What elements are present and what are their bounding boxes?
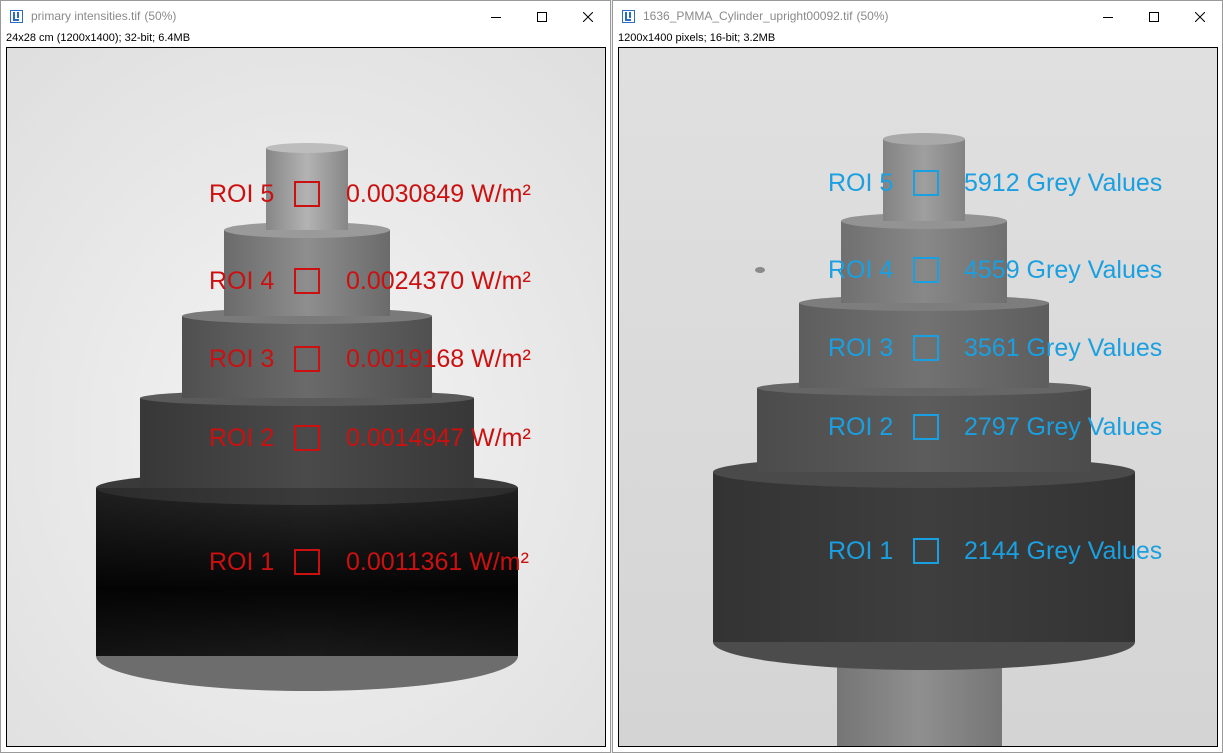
roi-box-5[interactable] bbox=[913, 170, 939, 196]
window-title: 1636_PMMA_Cylinder_upright00092.tif (50%) bbox=[643, 9, 889, 23]
image-window-primary-intensities[interactable]: primary intensities.tif (50%) 24x28 cm (1… bbox=[0, 0, 611, 753]
imagej-icon bbox=[622, 10, 635, 23]
roi-box-3[interactable] bbox=[913, 335, 939, 361]
title-bar[interactable]: 1636_PMMA_Cylinder_upright00092.tif (50%) bbox=[613, 1, 1222, 32]
roi-value-3: 0.0019168 W/m² bbox=[346, 345, 531, 373]
minimize-icon bbox=[490, 16, 501, 18]
maximize-button[interactable] bbox=[1131, 1, 1176, 32]
roi-value-1: 2144 Grey Values bbox=[964, 537, 1163, 565]
roi-value-5: 0.0030849 W/m² bbox=[346, 180, 531, 208]
roi-label-1: ROI 1 bbox=[209, 548, 275, 576]
roi-label-5: ROI 5 bbox=[209, 180, 275, 208]
close-icon bbox=[1194, 11, 1205, 22]
roi-box-1[interactable] bbox=[294, 549, 320, 575]
minimize-button[interactable] bbox=[1085, 1, 1130, 32]
roi-value-4: 4559 Grey Values bbox=[964, 256, 1163, 284]
close-icon bbox=[582, 11, 593, 22]
close-button[interactable] bbox=[1177, 1, 1222, 32]
xray-image bbox=[7, 48, 605, 746]
roi-label-3: ROI 3 bbox=[209, 345, 275, 373]
imagej-icon bbox=[10, 10, 23, 23]
roi-box-5[interactable] bbox=[294, 181, 320, 207]
roi-value-5: 5912 Grey Values bbox=[964, 169, 1163, 197]
maximize-icon bbox=[536, 11, 547, 22]
image-info-line: 1200x1400 pixels; 16-bit; 3.2MB bbox=[618, 32, 776, 44]
roi-value-2: 2797 Grey Values bbox=[964, 413, 1163, 441]
roi-label-3: ROI 3 bbox=[828, 334, 894, 362]
window-title: primary intensities.tif (50%) bbox=[31, 9, 177, 23]
roi-label-1: ROI 1 bbox=[828, 537, 894, 565]
image-info-line: 24x28 cm (1200x1400); 32-bit; 6.4MB bbox=[6, 32, 191, 44]
image-canvas[interactable]: ROI 5 0.0030849 W/m² ROI 4 0.0024370 W/m… bbox=[6, 47, 606, 747]
image-canvas[interactable]: ROI 5 5912 Grey Values ROI 4 4559 Grey V… bbox=[618, 47, 1218, 747]
roi-box-4[interactable] bbox=[294, 268, 320, 294]
minimize-icon bbox=[1102, 16, 1113, 18]
roi-label-2: ROI 2 bbox=[828, 413, 894, 441]
roi-box-1[interactable] bbox=[913, 538, 939, 564]
roi-label-4: ROI 4 bbox=[209, 267, 275, 295]
title-bar[interactable]: primary intensities.tif (50%) bbox=[1, 1, 610, 32]
roi-label-4: ROI 4 bbox=[828, 256, 894, 284]
minimize-button[interactable] bbox=[473, 1, 518, 32]
roi-box-4[interactable] bbox=[913, 257, 939, 283]
roi-value-3: 3561 Grey Values bbox=[964, 334, 1163, 362]
roi-label-5: ROI 5 bbox=[828, 169, 894, 197]
close-button[interactable] bbox=[565, 1, 610, 32]
xray-image bbox=[619, 48, 1217, 746]
roi-box-2[interactable] bbox=[913, 414, 939, 440]
roi-box-2[interactable] bbox=[294, 425, 320, 451]
roi-label-2: ROI 2 bbox=[209, 424, 275, 452]
maximize-button[interactable] bbox=[519, 1, 564, 32]
maximize-icon bbox=[1148, 11, 1159, 22]
roi-value-2: 0.0014947 W/m² bbox=[346, 424, 531, 452]
roi-value-1: 0.0011361 W/m² bbox=[346, 548, 529, 576]
image-window-pmma-cylinder[interactable]: 1636_PMMA_Cylinder_upright00092.tif (50%)… bbox=[612, 0, 1223, 753]
roi-value-4: 0.0024370 W/m² bbox=[346, 267, 531, 295]
roi-box-3[interactable] bbox=[294, 346, 320, 372]
